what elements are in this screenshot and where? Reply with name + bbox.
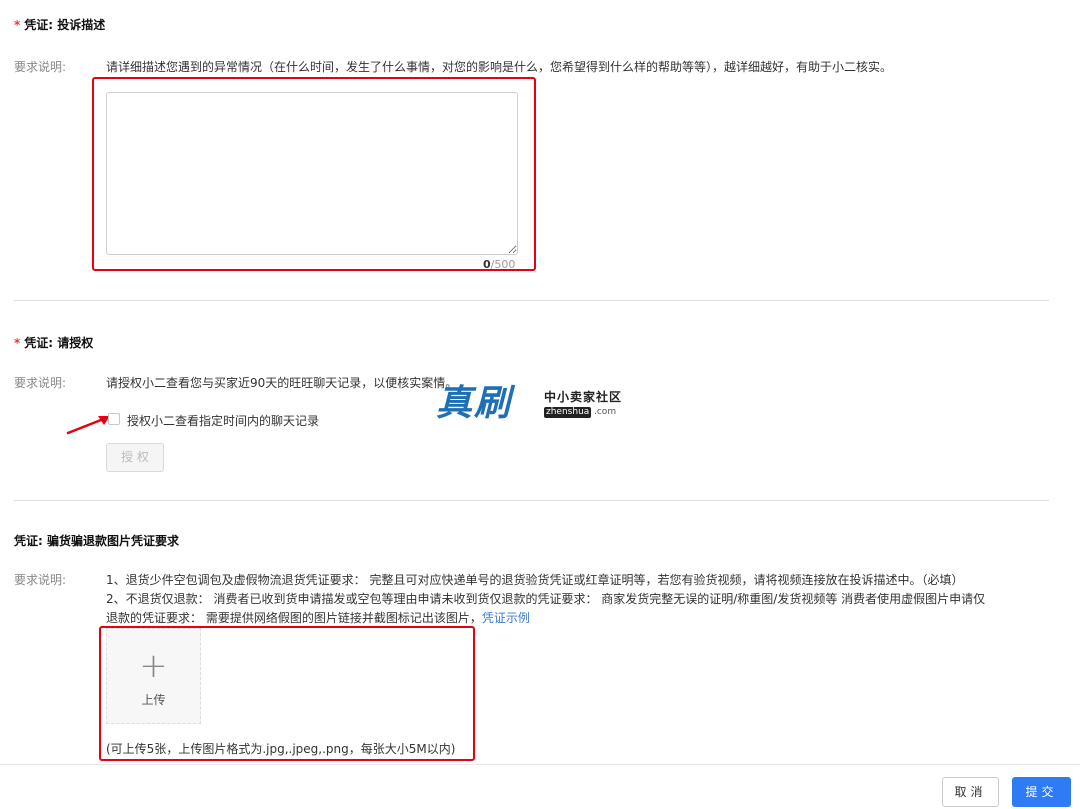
cancel-button[interactable]: 取消 — [942, 777, 999, 807]
char-count-max: /500 — [490, 258, 516, 271]
section-complaint-title: * 凭证: 投诉描述 — [14, 16, 105, 33]
plus-icon: + — [139, 646, 168, 686]
image-upload-button[interactable]: + 上传 — [106, 628, 201, 724]
section-divider — [14, 500, 1049, 501]
footer-bar: 取消 提交 — [0, 764, 1080, 809]
watermark-domain-tag: zhenshua — [544, 407, 592, 418]
requirement-text: 请授权小二查看您与买家近90天的旺旺聊天记录，以便核实案情。 — [106, 376, 458, 390]
char-counter: 0/500 — [483, 258, 515, 271]
requirement-line-1: 1、退货少件空包调包及虚假物流退货凭证要求： 完整且可对应快递单号的退货验货凭证… — [106, 573, 964, 587]
section-title-text: 凭证: 投诉描述 — [24, 18, 106, 32]
watermark-main-text: 真刷 — [436, 382, 513, 424]
section-image-evidence-title: 凭证: 骗货骗退款图片凭证要求 — [14, 534, 179, 548]
complaint-description-textarea[interactable] — [106, 92, 518, 255]
watermark-logo: 真刷 中小卖家社区 zhenshua .com — [436, 383, 656, 427]
watermark-domain-suffix: .com — [594, 407, 617, 417]
annotation-arrow-icon — [66, 416, 110, 435]
requirement-label: 要求说明: — [14, 376, 67, 390]
upload-label: 上传 — [141, 693, 166, 707]
authorize-button[interactable]: 授 权 — [106, 443, 164, 472]
authorize-checkbox[interactable] — [108, 413, 120, 425]
required-mark: * — [14, 336, 21, 350]
evidence-example-link[interactable]: 凭证示例 — [482, 611, 530, 625]
requirement-label: 要求说明: — [14, 60, 67, 74]
requirement-line-3-text: 退款的凭证要求： 需要提供网络假图的图片链接并截图标记出该图片， — [106, 611, 482, 625]
section-divider — [14, 300, 1049, 301]
submit-button[interactable]: 提交 — [1012, 777, 1071, 807]
section-authorize-title: * 凭证: 请授权 — [14, 334, 93, 351]
requirement-line-3: 退款的凭证要求： 需要提供网络假图的图片链接并截图标记出该图片，凭证示例 — [106, 609, 530, 626]
requirement-text: 请详细描述您遇到的异常情况（在什么时间，发生了什么事情，对您的影响是什么，您希望… — [106, 60, 893, 74]
upload-hint: (可上传5张，上传图片格式为.jpg,.jpeg,.png，每张大小5M以内) — [106, 742, 456, 756]
section-title-text: 凭证: 请授权 — [24, 336, 94, 350]
required-mark: * — [14, 18, 21, 32]
requirement-line-2: 2、不退货仅退款： 消费者已收到货申请描发或空包等理由申请未收到货仅退款的凭证要… — [106, 592, 986, 606]
char-count-current: 0 — [483, 258, 491, 271]
authorize-checkbox-label[interactable]: 授权小二查看指定时间内的聊天记录 — [127, 412, 319, 429]
watermark-sub-text: 中小卖家社区 — [544, 390, 623, 404]
requirement-label: 要求说明: — [14, 573, 67, 587]
